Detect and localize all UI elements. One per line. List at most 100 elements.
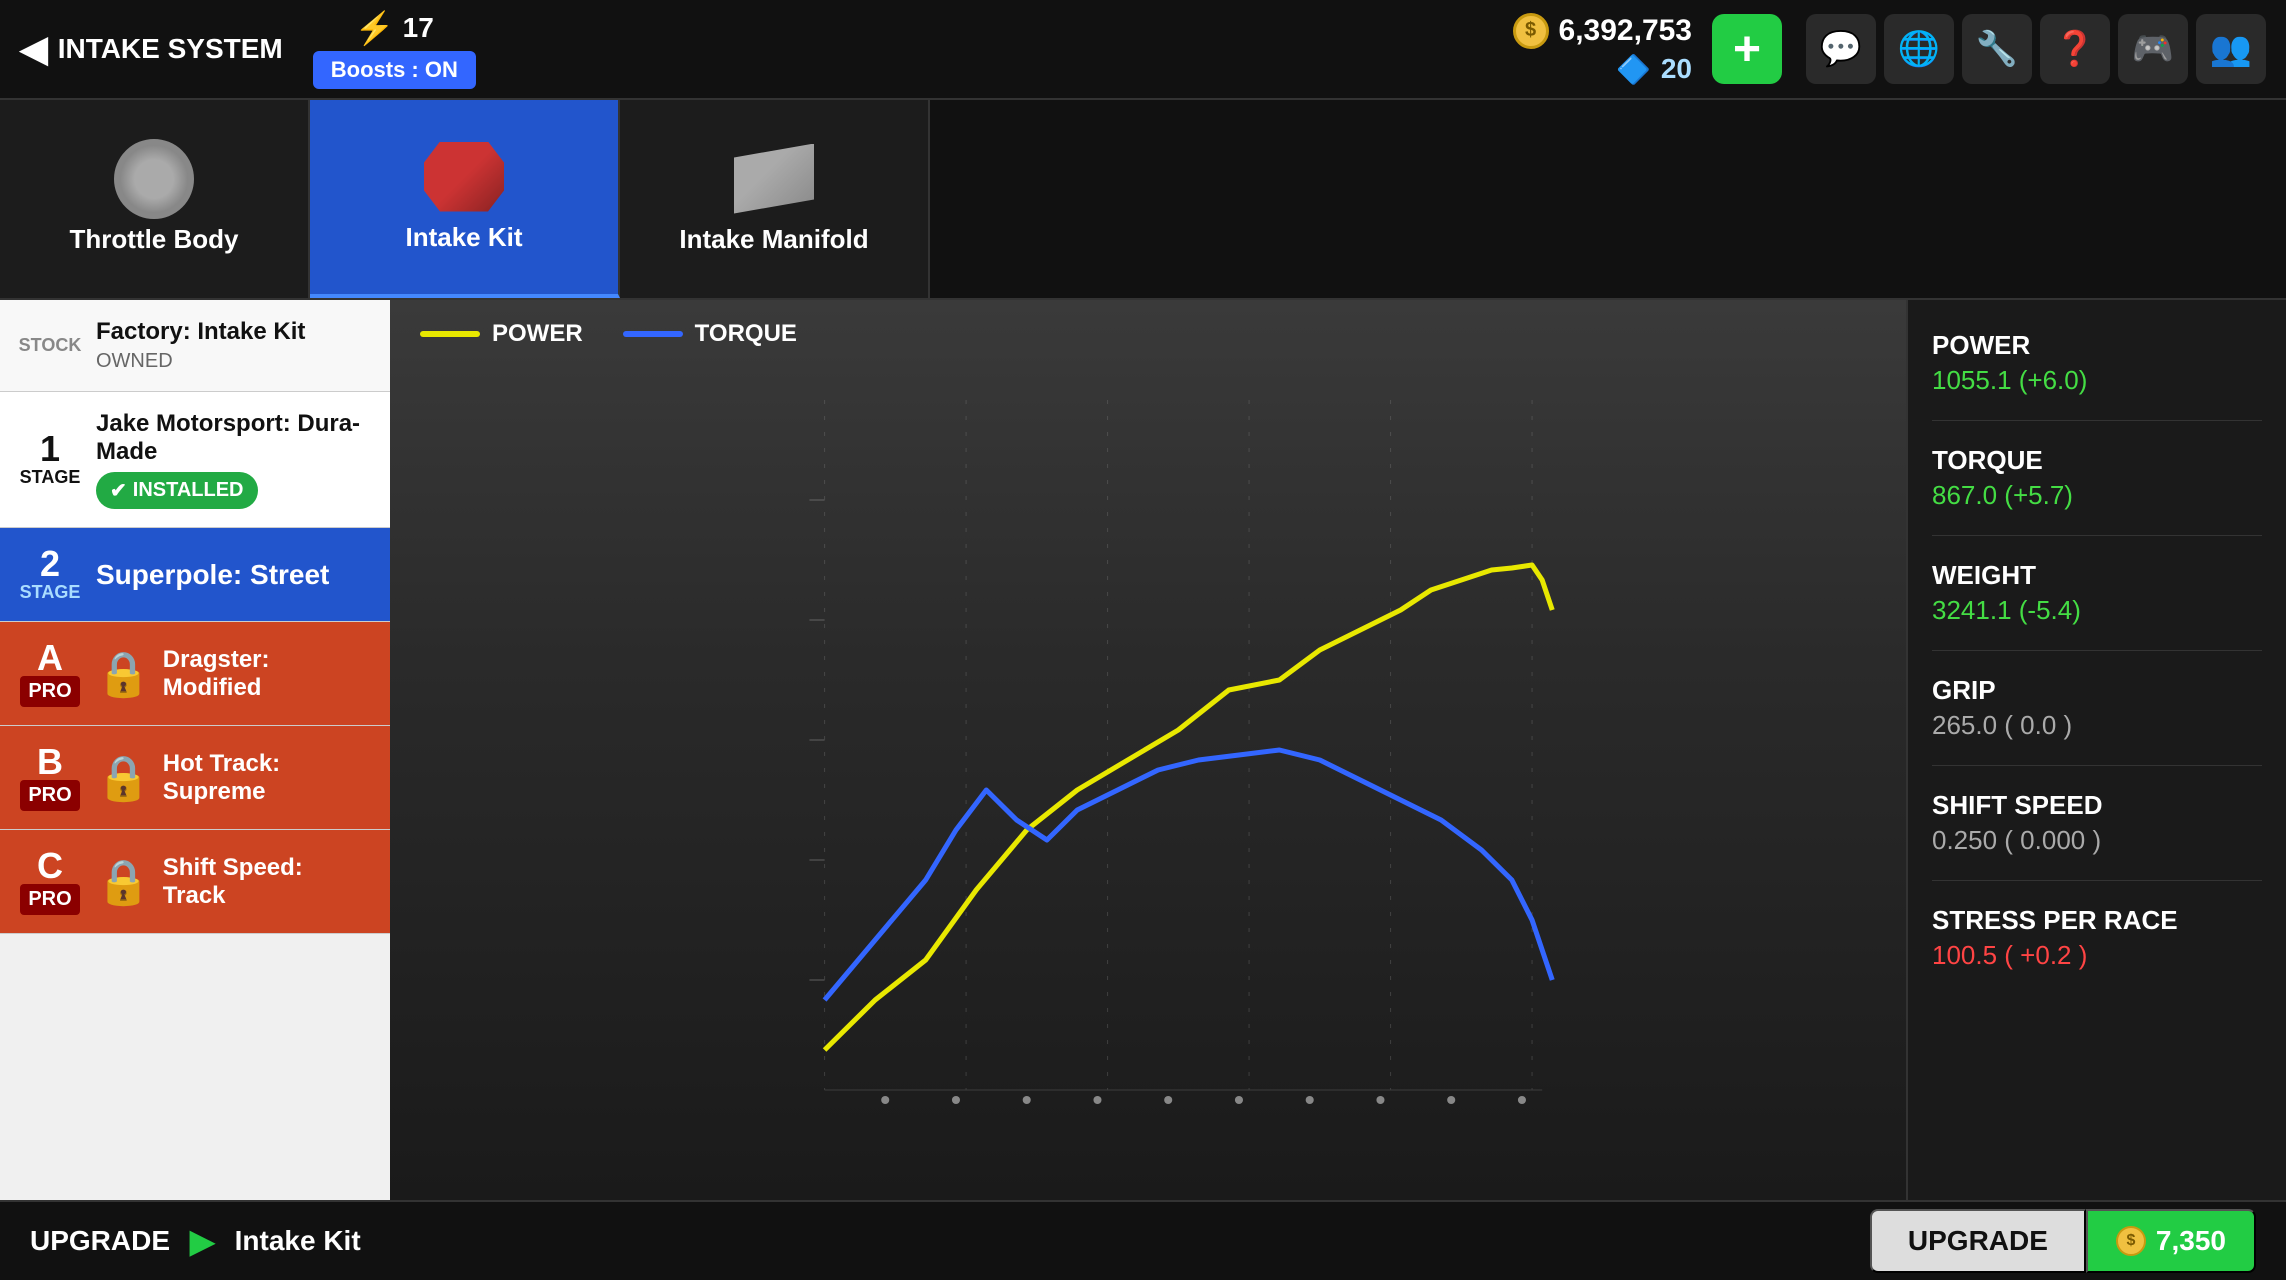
upgrade-right: UPGRADE $ 7,350 [1870,1209,2256,1273]
list-item-pro-b[interactable]: B PRO 🔒 Hot Track: Supreme [0,726,390,830]
power-label: POWER [492,320,583,348]
list-item-stage2[interactable]: 2 STAGE Superpole: Street [0,528,390,622]
checkmark-icon: ✔ [110,478,127,503]
boosts-section: ⚡ 17 Boosts : ON [313,9,476,89]
tab-throttle-body-label: Throttle Body [70,224,239,255]
main-content: STOCK Factory: Intake Kit OWNED 1 STAGE … [0,300,2286,1200]
gold-amount: 6,392,753 [1559,14,1692,48]
lock-icon-b: 🔒 [96,752,151,804]
tab-intake-kit[interactable]: Intake Kit [310,100,620,298]
pro-c-text: PRO [20,884,79,915]
diamond-icon: 🔷 [1616,53,1651,86]
pro-b-text: PRO [20,780,79,811]
list-item-pro-c[interactable]: C PRO 🔒 Shift Speed: Track [0,830,390,934]
item-info-pro-b: Hot Track: Supreme [163,750,370,806]
wrench-button[interactable]: 🔧 [1962,14,2032,84]
list-item-stage1[interactable]: 1 STAGE Jake Motorsport: Dura-Made ✔ INS… [0,392,390,528]
stat-torque-label: TORQUE [1932,445,2262,476]
divider-2 [1932,535,2262,536]
divider-4 [1932,765,2262,766]
stage-badge-pro-b: B PRO [20,744,80,811]
item-title-stage2: Superpole: Street [96,559,370,591]
stage-badge-pro-a: A PRO [20,640,80,707]
item-info-stage1: Jake Motorsport: Dura-Made ✔ INSTALLED [96,410,370,509]
diamond-currency: 🔷 20 [1616,53,1692,86]
throttle-body-icon [109,144,199,214]
stat-grip-label: GRIP [1932,675,2262,706]
help-button[interactable]: ❓ [2040,14,2110,84]
game-button[interactable]: 🎮 [2118,14,2188,84]
globe-button[interactable]: 🌐 [1884,14,1954,84]
stat-stress-label: STRESS PER RACE [1932,905,2262,936]
chart-legend: POWER TORQUE [420,320,797,348]
currency-section: $ 6,392,753 🔷 20 [1513,13,1692,86]
lock-icon-c: 🔒 [96,856,151,908]
cost-button[interactable]: $ 7,350 [2086,1209,2256,1273]
intake-manifold-icon [729,144,819,214]
list-item-pro-a[interactable]: A PRO 🔒 Dragster: Modified [0,622,390,726]
item-title-pro-a: Dragster: Modified [163,646,370,702]
divider-3 [1932,650,2262,651]
stage-badge-2: 2 STAGE [20,546,80,603]
back-arrow-icon: ◀ [20,28,48,70]
upgrade-left: UPGRADE ▶ Intake Kit [30,1222,361,1260]
torque-line-indicator [623,331,683,337]
stat-grip: GRIP 265.0 ( 0.0 ) [1932,675,2262,741]
chat-button[interactable]: 💬 [1806,14,1876,84]
play-icon: ▶ [190,1222,215,1260]
pro-b-label: B [37,744,63,780]
back-button[interactable]: ◀ INTAKE SYSTEM [20,28,283,70]
upgrade-part-name: Intake Kit [235,1225,361,1257]
gold-coin-icon: $ [1513,13,1549,49]
boosts-badge[interactable]: Boosts : ON [313,51,476,89]
stage-badge-stock: STOCK [20,335,80,356]
tab-intake-manifold[interactable]: Intake Manifold [620,100,930,298]
stat-weight: WEIGHT 3241.1 (-5.4) [1932,560,2262,626]
stat-torque-value: 867.0 (+5.7) [1932,480,2262,511]
stats-panel: POWER 1055.1 (+6.0) TORQUE 867.0 (+5.7) … [1906,300,2286,1200]
intake-kit-icon [419,142,509,212]
stat-stress: STRESS PER RACE 100.5 ( +0.2 ) [1932,905,2262,971]
stat-power-value: 1055.1 (+6.0) [1932,365,2262,396]
stage-num-1: 1 [40,431,60,467]
stat-power-label: POWER [1932,330,2262,361]
upgrade-button[interactable]: UPGRADE [1870,1209,2086,1273]
lock-icon-a: 🔒 [96,648,151,700]
installed-badge: ✔ INSTALLED [96,472,258,509]
legend-power: POWER [420,320,583,348]
tab-throttle-body[interactable]: Throttle Body [0,100,310,298]
diamond-amount: 20 [1661,53,1692,85]
tab-intake-manifold-label: Intake Manifold [679,224,868,255]
item-info-pro-c: Shift Speed: Track [163,854,370,910]
social-button[interactable]: 👥 [2196,14,2266,84]
pro-a-label: A [37,640,63,676]
item-title-pro-b: Hot Track: Supreme [163,750,370,806]
stat-torque: TORQUE 867.0 (+5.7) [1932,445,2262,511]
divider-1 [1932,420,2262,421]
lightning-icon: ⚡ [355,9,395,47]
stage-badge-pro-c: C PRO [20,848,80,915]
gold-currency: $ 6,392,753 [1513,13,1692,49]
item-title-stock: Factory: Intake Kit [96,318,370,346]
upgrade-bottom-label: UPGRADE [30,1225,170,1257]
lightning-badge: ⚡ 17 [355,9,434,47]
add-currency-button[interactable]: + [1712,14,1782,84]
list-item-stock[interactable]: STOCK Factory: Intake Kit OWNED [0,300,390,392]
center-panel: POWER TORQUE [390,300,1906,1200]
stat-shift-speed: SHIFT SPEED 0.250 ( 0.000 ) [1932,790,2262,856]
torque-label: TORQUE [695,320,797,348]
stat-stress-value: 100.5 ( +0.2 ) [1932,940,2262,971]
stat-weight-label: WEIGHT [1932,560,2262,591]
item-info-pro-a: Dragster: Modified [163,646,370,702]
cost-amount: 7,350 [2156,1225,2226,1257]
legend-torque: TORQUE [623,320,797,348]
stat-weight-value: 3241.1 (-5.4) [1932,595,2262,626]
stat-power: POWER 1055.1 (+6.0) [1932,330,2262,396]
tab-row: Throttle Body Intake Kit Intake Manifold [0,100,2286,300]
stat-shift-speed-label: SHIFT SPEED [1932,790,2262,821]
item-info-stage2: Superpole: Street [96,559,370,591]
stage-badge-1: 1 STAGE [20,431,80,488]
page-title: INTAKE SYSTEM [58,33,283,65]
item-info-stock: Factory: Intake Kit OWNED [96,318,370,373]
top-header: ◀ INTAKE SYSTEM ⚡ 17 Boosts : ON $ 6,392… [0,0,2286,100]
